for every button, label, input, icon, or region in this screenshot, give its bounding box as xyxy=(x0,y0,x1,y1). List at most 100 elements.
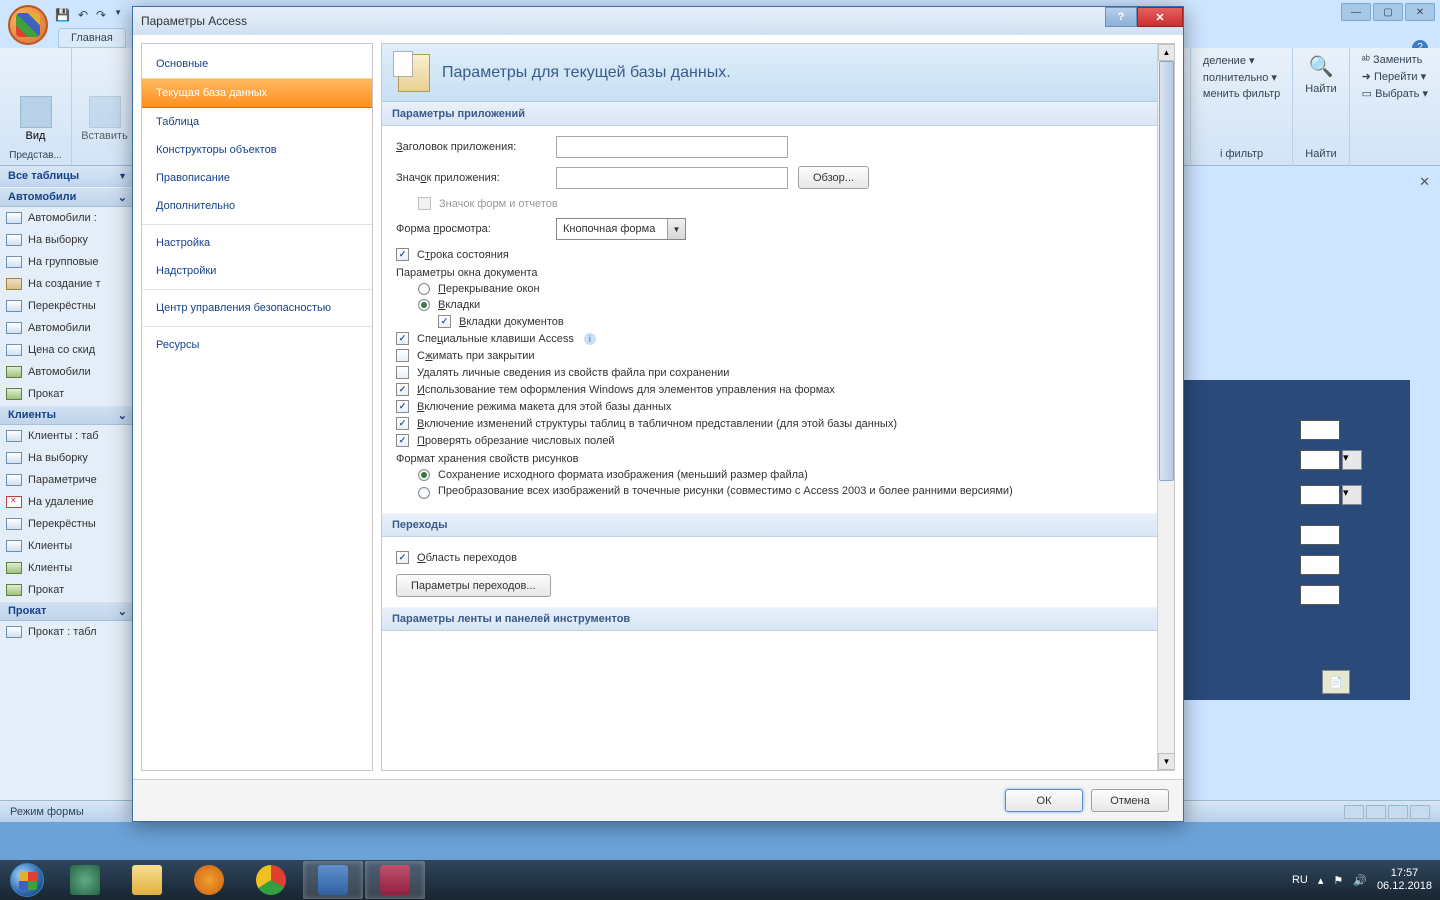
dialog-nav-item[interactable]: Основные xyxy=(142,50,372,78)
taskbar-app-1[interactable] xyxy=(55,861,115,899)
qat-redo-icon[interactable]: ↷ xyxy=(96,8,106,22)
content-close-icon[interactable]: ✕ xyxy=(1419,174,1430,190)
tray-clock[interactable]: 17:57 06.12.2018 xyxy=(1377,867,1432,893)
browse-button[interactable]: Обзор... xyxy=(798,166,869,189)
qat-undo-icon[interactable]: ↶ xyxy=(78,8,88,22)
taskbar-chrome[interactable] xyxy=(241,861,301,899)
scroll-up-icon[interactable]: ▲ xyxy=(1158,44,1175,61)
app-title-input[interactable] xyxy=(556,136,788,158)
chevron-down-icon[interactable]: ▼ xyxy=(118,171,127,181)
dialog-help-button[interactable]: ? xyxy=(1105,7,1137,27)
nav-item[interactable]: Параметриче xyxy=(0,469,135,491)
checktrunc-checkbox[interactable] xyxy=(396,434,409,447)
nav-item[interactable]: Прокат : табл xyxy=(0,621,135,643)
displayform-select[interactable]: Кнопочная форма▼ xyxy=(556,218,686,240)
dialog-nav-item[interactable]: Центр управления безопасностью xyxy=(142,294,372,322)
bg-close[interactable]: ✕ xyxy=(1405,3,1435,21)
nav-item[interactable]: Автомобили xyxy=(0,317,135,339)
layoutview-checkbox[interactable] xyxy=(396,400,409,413)
removeinfo-checkbox[interactable] xyxy=(396,366,409,379)
view-mode-3[interactable] xyxy=(1388,805,1408,819)
bg-dropdown-icon[interactable]: ▾ xyxy=(1342,485,1362,505)
taskbar-word[interactable] xyxy=(303,861,363,899)
nav-item[interactable]: Перекрёстны xyxy=(0,295,135,317)
designchanges-checkbox[interactable] xyxy=(396,417,409,430)
nav-item[interactable]: Прокат xyxy=(0,579,135,601)
find-icon[interactable]: 🔍 xyxy=(1309,54,1334,79)
togglefilter-btn[interactable]: менить фильтр xyxy=(1203,88,1280,100)
office-button[interactable] xyxy=(8,5,48,45)
winthemes-checkbox[interactable] xyxy=(396,383,409,396)
pic-preserve-radio[interactable] xyxy=(418,469,430,481)
goto-btn[interactable]: ➜ Перейти ▾ xyxy=(1362,70,1428,83)
replace-btn[interactable]: ᵃᵇ Заменить xyxy=(1362,54,1428,66)
nav-item[interactable]: На выборку xyxy=(0,229,135,251)
app-icon-input[interactable] xyxy=(556,167,788,189)
dialog-nav-item[interactable]: Надстройки xyxy=(142,257,372,285)
dialog-nav-item[interactable]: Конструкторы объектов xyxy=(142,136,372,164)
advanced-btn[interactable]: полнительно ▾ xyxy=(1203,71,1280,84)
start-button[interactable] xyxy=(0,860,54,900)
nav-item[interactable]: Автомобили : xyxy=(0,207,135,229)
nav-item[interactable]: На создание т xyxy=(0,273,135,295)
tray-flag-icon[interactable]: ⚑ xyxy=(1333,874,1343,887)
nav-item[interactable]: Прокат xyxy=(0,383,135,405)
nav-item[interactable]: На групповые xyxy=(0,251,135,273)
tab-home[interactable]: Главная xyxy=(58,28,126,48)
taskbar-explorer[interactable] xyxy=(117,861,177,899)
scroll-down-icon[interactable]: ▼ xyxy=(1158,753,1175,770)
nav-item[interactable]: Клиенты : таб xyxy=(0,425,135,447)
taskbar-access[interactable] xyxy=(365,861,425,899)
nav-item[interactable]: Клиенты xyxy=(0,557,135,579)
nav-item[interactable]: На выборку xyxy=(0,447,135,469)
view-button[interactable]: Вид xyxy=(16,92,56,146)
dialog-close-button[interactable]: ✕ xyxy=(1137,7,1183,27)
dialog-nav-item[interactable]: Ресурсы xyxy=(142,331,372,359)
view-mode-1[interactable] xyxy=(1344,805,1364,819)
nav-item[interactable]: Перекрёстны xyxy=(0,513,135,535)
bg-form-button[interactable]: 📄 xyxy=(1322,670,1350,694)
dialog-nav-item[interactable]: Настройка xyxy=(142,229,372,257)
nav-category[interactable]: Автомобили ⌄ xyxy=(0,187,135,207)
language-indicator[interactable]: RU xyxy=(1292,874,1308,886)
bg-dropdown-icon[interactable]: ▾ xyxy=(1342,450,1362,470)
nav-item[interactable]: Автомобили xyxy=(0,361,135,383)
nav-pane-header[interactable]: Все таблицы▼ xyxy=(0,166,135,187)
dialog-nav-item[interactable]: Дополнительно xyxy=(142,192,372,220)
find-label[interactable]: Найти xyxy=(1305,83,1336,95)
taskbar-mediaplayer[interactable] xyxy=(179,861,239,899)
specialkeys-checkbox[interactable] xyxy=(396,332,409,345)
content-scrollbar[interactable]: ▲ ▼ xyxy=(1157,44,1174,770)
dialog-nav-item[interactable]: Текущая база данных xyxy=(142,78,372,108)
info-icon[interactable]: i xyxy=(584,333,596,345)
bg-maximize[interactable]: ▢ xyxy=(1373,3,1403,21)
doctabs-checkbox[interactable] xyxy=(438,315,451,328)
nav-category[interactable]: Клиенты ⌄ xyxy=(0,405,135,425)
nav-item[interactable]: На удаление xyxy=(0,491,135,513)
nav-item[interactable]: Клиенты xyxy=(0,535,135,557)
selection-btn[interactable]: деление ▾ xyxy=(1203,54,1280,67)
scroll-thumb[interactable] xyxy=(1159,61,1174,481)
dialog-nav-item[interactable]: Правописание xyxy=(142,164,372,192)
navoptions-button[interactable]: Параметры переходов... xyxy=(396,574,551,597)
overlap-radio[interactable] xyxy=(418,283,430,295)
nav-category[interactable]: Прокат ⌄ xyxy=(0,601,135,621)
dialog-nav-item[interactable]: Таблица xyxy=(142,108,372,136)
view-mode-4[interactable] xyxy=(1410,805,1430,819)
dialog-titlebar[interactable]: Параметры Access ? ✕ xyxy=(133,7,1183,35)
tray-chevron-icon[interactable]: ▴ xyxy=(1318,874,1324,887)
pic-convert-radio[interactable] xyxy=(418,487,430,499)
cancel-button[interactable]: Отмена xyxy=(1091,789,1169,812)
view-mode-2[interactable] xyxy=(1366,805,1386,819)
paste-button[interactable]: Вставить xyxy=(77,92,132,146)
select-btn[interactable]: ▭ Выбрать ▾ xyxy=(1362,87,1428,100)
bg-minimize[interactable]: — xyxy=(1341,3,1371,21)
qat-save-icon[interactable]: 💾 xyxy=(55,8,70,22)
qat-dropdown-icon[interactable]: ▼ xyxy=(114,8,122,22)
nav-item[interactable]: Цена со скид xyxy=(0,339,135,361)
compact-checkbox[interactable] xyxy=(396,349,409,362)
ok-button[interactable]: ОК xyxy=(1005,789,1083,812)
shownavpane-checkbox[interactable] xyxy=(396,551,409,564)
tray-volume-icon[interactable]: 🔊 xyxy=(1353,874,1367,887)
statusbar-checkbox[interactable] xyxy=(396,248,409,261)
